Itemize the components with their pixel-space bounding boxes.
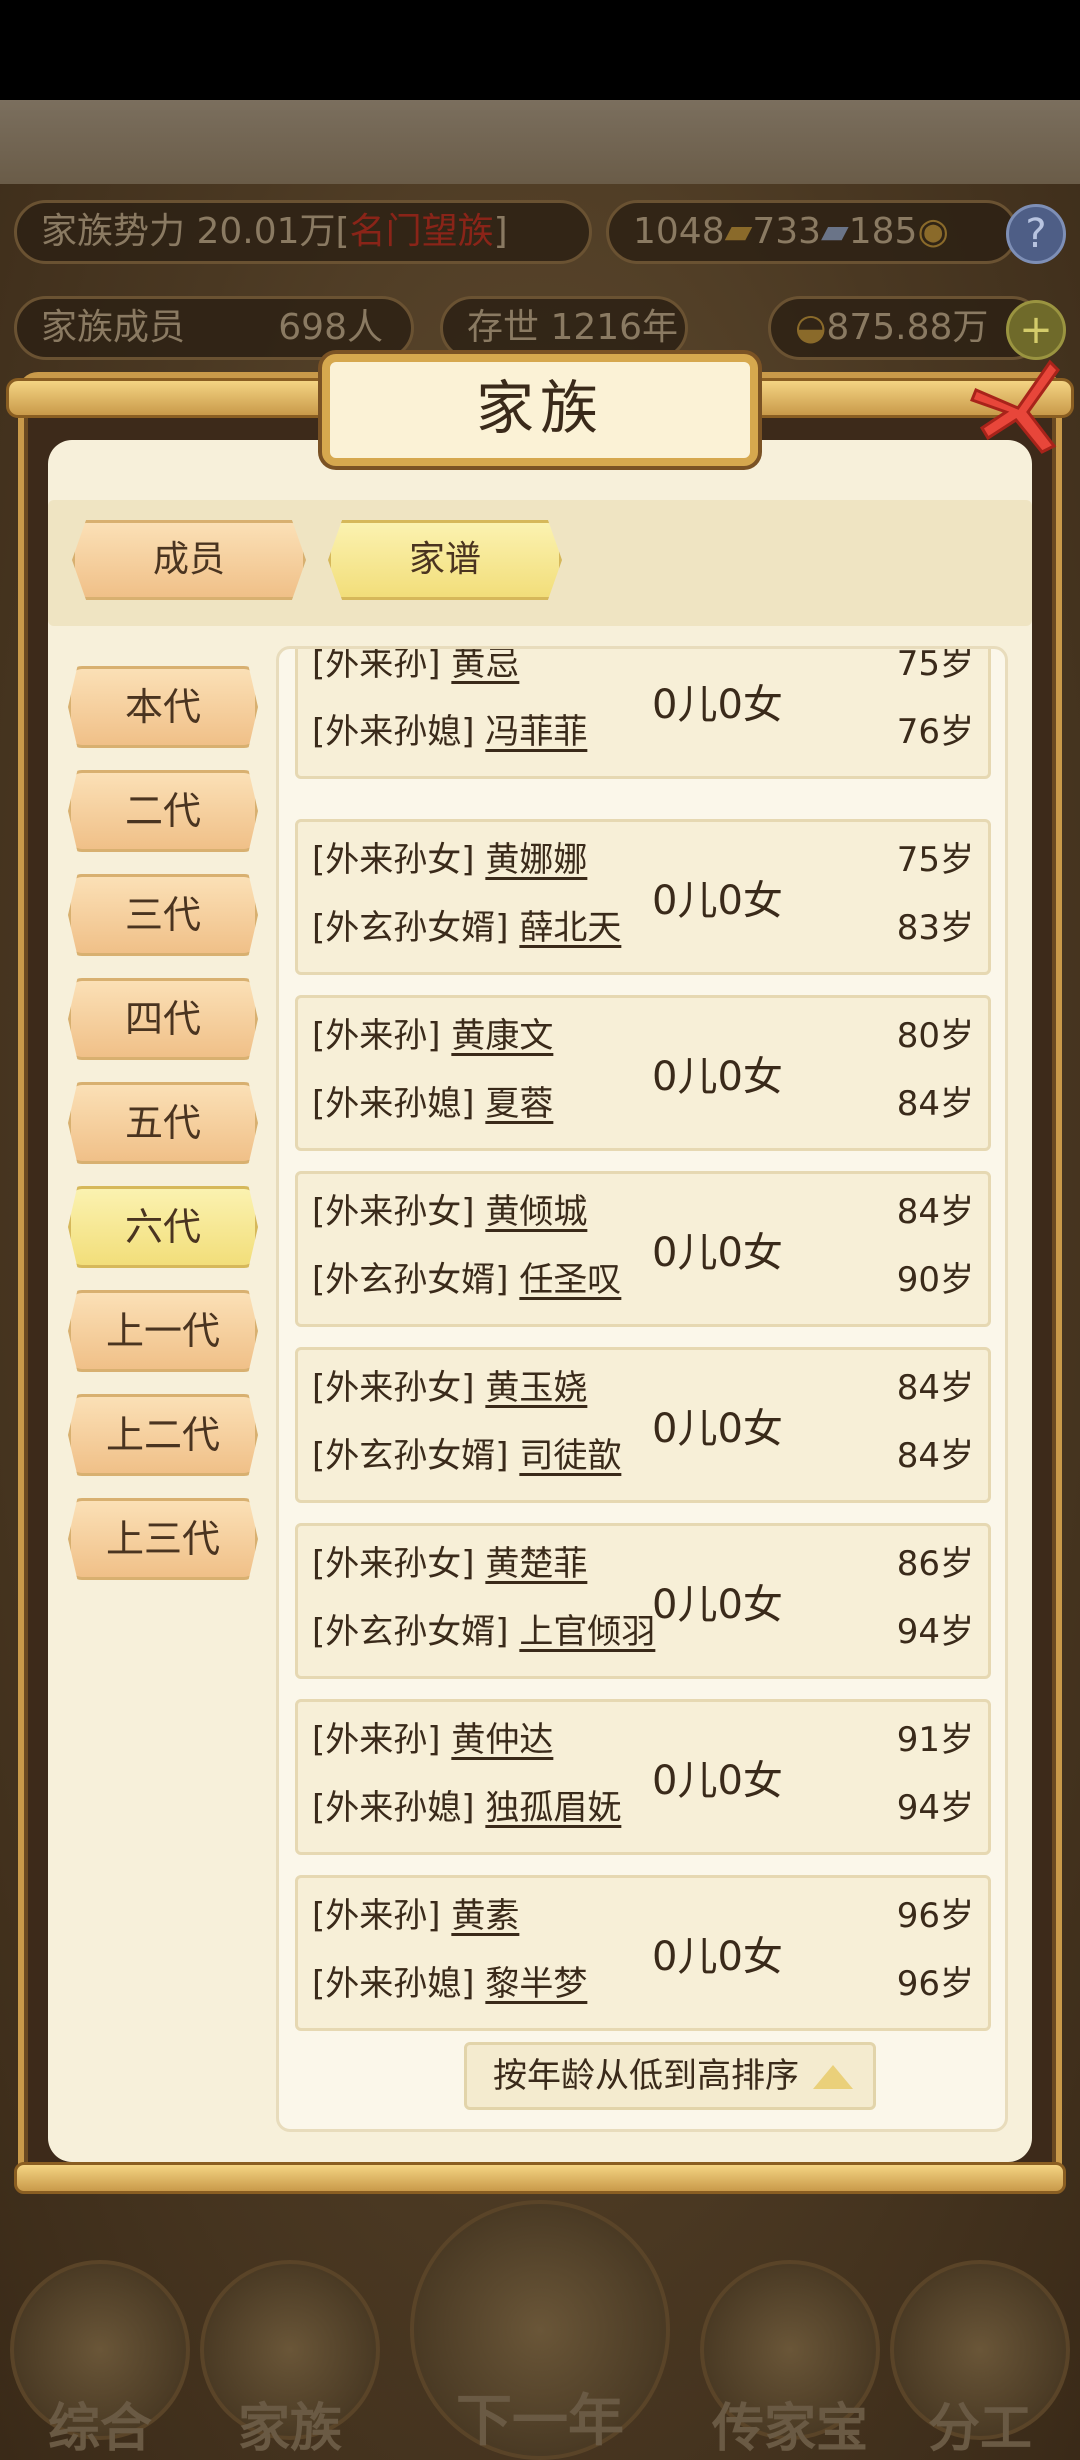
member-name-link[interactable]: 黎半梦 xyxy=(485,1964,587,2004)
nav-family-label: 家族 xyxy=(237,2399,342,2459)
nav-division-label: 分工 xyxy=(927,2399,1032,2459)
close-button[interactable] xyxy=(958,350,1068,460)
member-age: 84岁 xyxy=(896,1368,974,1408)
gold-bar-icon: ▰ xyxy=(724,211,753,252)
resource-1-value: 1048 xyxy=(633,211,725,252)
member-name-link[interactable]: 冯菲菲 xyxy=(485,712,587,752)
status-bar xyxy=(0,0,1080,100)
tab-members[interactable]: 成员 xyxy=(72,520,306,600)
member-age: 75岁 xyxy=(896,646,974,684)
member-age: 76岁 xyxy=(896,712,974,752)
member-age: 80岁 xyxy=(896,1016,974,1056)
member-name-link[interactable]: 黄忌 xyxy=(451,649,519,684)
gen-prev-2-button[interactable]: 上二代 xyxy=(68,1394,258,1476)
member-age: 75岁 xyxy=(896,840,974,880)
couple-row[interactable]: [外来孙女] 黄娜娜 [外玄孙女婿] 薛北天 0儿0女 75岁 83岁 xyxy=(295,819,991,975)
existence-years: 存世 1216年 xyxy=(467,307,679,348)
top-strip xyxy=(0,100,1080,184)
member-name-link[interactable]: 独孤眉妩 xyxy=(485,1788,621,1828)
members-label: 家族成员 xyxy=(41,307,186,348)
member-age: 96岁 xyxy=(896,1896,974,1936)
children-count: 0儿0女 xyxy=(652,682,783,728)
children-count: 0儿0女 xyxy=(652,1406,783,1452)
gen-6-button[interactable]: 六代 xyxy=(68,1186,258,1268)
couple-row[interactable]: [外来孙] 黄素 [外来孙媳] 黎半梦 0儿0女 96岁 96岁 xyxy=(295,1875,991,2031)
member-name-link[interactable]: 夏蓉 xyxy=(485,1084,553,1124)
family-power-pill[interactable]: 家族势力 20.01万[名门望族] xyxy=(14,200,592,264)
member-age: 91岁 xyxy=(896,1720,974,1760)
children-count: 0儿0女 xyxy=(652,1230,783,1276)
panel-title: 家族 xyxy=(322,354,758,466)
gen-current-button[interactable]: 本代 xyxy=(68,666,258,748)
help-button[interactable]: ? xyxy=(1006,204,1066,264)
existence-pill: 存世 1216年 xyxy=(440,296,688,360)
member-age: 94岁 xyxy=(896,1788,974,1828)
children-count: 0儿0女 xyxy=(652,1054,783,1100)
member-name-link[interactable]: 黄仲达 xyxy=(451,1720,553,1760)
gen-4-button[interactable]: 四代 xyxy=(68,978,258,1060)
coin-icon: ◉ xyxy=(917,211,949,252)
sort-label: 按年龄从低到高排序 xyxy=(493,2056,799,2096)
resource-2-value: 733 xyxy=(752,211,822,252)
resource-3-value: 185 xyxy=(848,211,918,252)
nav-next-year-label: 下一年 xyxy=(456,2389,624,2454)
resources-pill[interactable]: 1048▰733▰185◉ xyxy=(606,200,1018,264)
silver-bar-icon: ▰ xyxy=(821,211,849,252)
gen-3-button[interactable]: 三代 xyxy=(68,874,258,956)
gen-prev-1-button[interactable]: 上一代 xyxy=(68,1290,258,1372)
sort-ascending-icon xyxy=(813,2065,853,2089)
member-name-link[interactable]: 黄玉娆 xyxy=(485,1368,587,1408)
couple-row[interactable]: [外来孙女] 黄楚菲 [外玄孙女婿] 上官倾羽 0儿0女 86岁 94岁 xyxy=(295,1523,991,1679)
members-pill[interactable]: 家族成员 698人 xyxy=(14,296,414,360)
gen-5-button[interactable]: 五代 xyxy=(68,1082,258,1164)
member-name-link[interactable]: 薛北天 xyxy=(519,908,621,948)
couple-row[interactable]: [外来孙] 黄忌 [外来孙媳] 冯菲菲 0儿0女 75岁 76岁 xyxy=(295,646,991,779)
member-age: 96岁 xyxy=(896,1964,974,2004)
member-name-link[interactable]: 黄娜娜 xyxy=(485,840,587,880)
gold-ingot-icon: ◒ xyxy=(795,307,827,348)
nav-heirloom-label: 传家宝 xyxy=(711,2399,868,2459)
close-icon xyxy=(970,359,1060,454)
gen-prev-3-button[interactable]: 上三代 xyxy=(68,1498,258,1580)
member-age: 84岁 xyxy=(896,1192,974,1232)
couple-row[interactable]: [外来孙] 黄康文 [外来孙媳] 夏蓉 0儿0女 80岁 84岁 xyxy=(295,995,991,1151)
member-name-link[interactable]: 黄楚菲 xyxy=(485,1544,587,1584)
couple-list[interactable]: [外来孙] 黄忌 [外来孙媳] 冯菲菲 0儿0女 75岁 76岁 [外来孙女] … xyxy=(276,646,1008,2132)
member-age: 84岁 xyxy=(896,1436,974,1476)
member-age: 90岁 xyxy=(896,1260,974,1300)
member-age: 86岁 xyxy=(896,1544,974,1584)
members-count: 698人 xyxy=(278,307,383,348)
family-power-label: 家族势力 20.01万 xyxy=(41,211,336,252)
family-rank: 名门望族 xyxy=(349,211,494,252)
member-age: 94岁 xyxy=(896,1612,974,1652)
member-name-link[interactable]: 司徒歆 xyxy=(519,1436,621,1476)
member-age: 83岁 xyxy=(896,908,974,948)
panel-bottom-frame xyxy=(14,2162,1066,2194)
tab-family-tree[interactable]: 家谱 xyxy=(328,520,562,600)
gold-value: 875.88万 xyxy=(826,307,989,348)
couple-row[interactable]: [外来孙] 黄仲达 [外来孙媳] 独孤眉妩 0儿0女 91岁 94岁 xyxy=(295,1699,991,1855)
member-name-link[interactable]: 上官倾羽 xyxy=(519,1612,655,1652)
member-age: 84岁 xyxy=(896,1084,974,1124)
member-name-link[interactable]: 黄倾城 xyxy=(485,1192,587,1232)
couple-row[interactable]: [外来孙女] 黄玉娆 [外玄孙女婿] 司徒歆 0儿0女 84岁 84岁 xyxy=(295,1347,991,1503)
member-name-link[interactable]: 任圣叹 xyxy=(519,1260,621,1300)
nav-general-label: 综合 xyxy=(47,2399,152,2459)
children-count: 0儿0女 xyxy=(652,1758,783,1804)
children-count: 0儿0女 xyxy=(652,1582,783,1628)
gen-2-button[interactable]: 二代 xyxy=(68,770,258,852)
couple-row[interactable]: [外来孙女] 黄倾城 [外玄孙女婿] 任圣叹 0儿0女 84岁 90岁 xyxy=(295,1171,991,1327)
children-count: 0儿0女 xyxy=(652,878,783,924)
member-name-link[interactable]: 黄康文 xyxy=(451,1016,553,1056)
bottom-nav: 综合 家族 下一年 传家宝 分工 xyxy=(0,2190,1080,2460)
sort-by-age-button[interactable]: 按年龄从低到高排序 xyxy=(464,2042,876,2110)
member-name-link[interactable]: 黄素 xyxy=(451,1896,519,1936)
children-count: 0儿0女 xyxy=(652,1934,783,1980)
